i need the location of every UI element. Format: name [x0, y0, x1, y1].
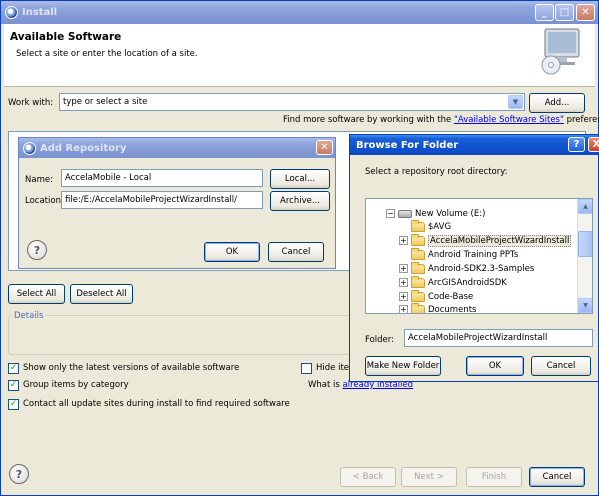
- expand-icon[interactable]: +: [399, 264, 408, 273]
- browse-title-bar[interactable]: Browse For Folder ? X: [350, 135, 599, 155]
- collapse-icon[interactable]: −: [386, 209, 395, 218]
- local-button[interactable]: Local...: [270, 169, 330, 189]
- install-monitor-icon: [541, 28, 580, 75]
- contact-update-sites-checkbox[interactable]: ✓: [8, 399, 19, 410]
- scroll-thumb[interactable]: [578, 231, 592, 257]
- folder-icon: [411, 289, 425, 302]
- available-software-sites-link[interactable]: "Available Software Sites": [454, 115, 564, 125]
- name-label: Name:: [25, 175, 53, 185]
- folder-icon: [411, 233, 425, 246]
- ok-button[interactable]: OK: [466, 356, 524, 376]
- latest-versions-checkbox[interactable]: ✓: [8, 363, 19, 374]
- location-input[interactable]: file:/E:/AccelaMobileProjectWizardInstal…: [61, 191, 263, 209]
- cancel-button[interactable]: Cancel: [268, 242, 324, 262]
- scroll-up-icon[interactable]: ▲: [578, 199, 592, 214]
- folder-label: Folder:: [365, 335, 394, 345]
- work-with-combo[interactable]: type or select a site ▼: [59, 93, 525, 111]
- close-button[interactable]: X: [588, 137, 599, 152]
- install-title-bar[interactable]: Install _ □ ✕: [1, 1, 598, 24]
- contact-update-sites-label: Contact all update sites during install …: [23, 399, 290, 409]
- finish-button[interactable]: Finish: [466, 467, 522, 487]
- expand-icon[interactable]: +: [399, 236, 408, 245]
- tree-item-documents[interactable]: + Documents: [399, 302, 476, 313]
- folder-tree[interactable]: − New Volume (E:) $AVG + AccelaMobilePro…: [365, 198, 593, 314]
- tree-item-android-ppts[interactable]: Android Training PPTs: [411, 247, 518, 261]
- next-button[interactable]: Next >: [401, 467, 457, 487]
- expand-icon[interactable]: +: [399, 292, 408, 301]
- group-by-category-checkbox[interactable]: ✓: [8, 380, 19, 391]
- make-new-folder-button[interactable]: Make New Folder: [365, 356, 441, 376]
- browse-instruction: Select a repository root directory:: [365, 167, 508, 177]
- tree-item-new-volume[interactable]: − New Volume (E:): [386, 207, 485, 220]
- tree-item-code-base[interactable]: + Code-Base: [399, 289, 473, 303]
- tree-item-avg[interactable]: $AVG: [411, 219, 451, 233]
- cancel-button[interactable]: Cancel: [531, 356, 591, 376]
- name-input[interactable]: AccelaMobile - Local: [61, 169, 263, 187]
- page-title: Available Software: [10, 31, 122, 43]
- close-button[interactable]: ✕: [576, 4, 595, 21]
- folder-icon: [411, 261, 425, 274]
- folder-icon: [411, 247, 425, 260]
- hide-items-checkbox[interactable]: [301, 363, 312, 374]
- close-button[interactable]: ✕: [316, 140, 333, 155]
- archive-button[interactable]: Archive...: [270, 191, 330, 211]
- find-more-text: Find more software by working with the "…: [283, 115, 599, 125]
- eclipse-icon: [23, 141, 36, 155]
- add-site-button[interactable]: Add...: [529, 93, 585, 113]
- cancel-button[interactable]: Cancel: [529, 467, 585, 487]
- browse-title: Browse For Folder: [356, 139, 459, 151]
- work-with-value: type or select a site: [63, 97, 148, 107]
- add-repository-title-bar[interactable]: Add Repository ✕: [19, 138, 335, 158]
- details-label: Details: [12, 311, 46, 321]
- group-by-category-label: Group items by category: [23, 380, 129, 390]
- install-title: Install: [22, 7, 58, 18]
- expand-icon[interactable]: +: [399, 278, 408, 287]
- scroll-down-icon[interactable]: ▼: [578, 298, 592, 313]
- location-label: Location:: [25, 196, 64, 206]
- tree-item-arcgis[interactable]: + ArcGISAndroidSDK: [399, 275, 507, 289]
- back-button[interactable]: < Back: [340, 467, 396, 487]
- folder-icon: [411, 302, 425, 313]
- deselect-all-button[interactable]: Deselect All: [70, 284, 133, 304]
- ok-button[interactable]: OK: [204, 242, 260, 262]
- eclipse-icon: [5, 6, 18, 19]
- header-area: Available Software Select a site or ente…: [4, 24, 595, 87]
- maximize-button[interactable]: □: [555, 4, 574, 21]
- browse-for-folder-dialog: Browse For Folder ? X Select a repositor…: [349, 134, 599, 382]
- latest-versions-label: Show only the latest versions of availab…: [23, 363, 240, 373]
- help-icon[interactable]: ?: [568, 137, 585, 152]
- help-icon[interactable]: ?: [27, 240, 47, 260]
- select-all-button[interactable]: Select All: [8, 284, 65, 304]
- chevron-down-icon[interactable]: ▼: [508, 95, 523, 109]
- folder-icon: [411, 275, 425, 288]
- tree-item-accela[interactable]: + AccelaMobileProjectWizardInstall: [399, 233, 572, 247]
- drive-icon: [398, 209, 412, 218]
- add-repository-title: Add Repository: [40, 142, 127, 154]
- minimize-button[interactable]: _: [535, 4, 554, 21]
- expand-icon[interactable]: +: [399, 305, 408, 313]
- work-with-label: Work with:: [8, 98, 54, 108]
- page-subtitle: Select a site or enter the location of a…: [16, 49, 198, 59]
- folder-input[interactable]: AccelaMobileProjectWizardInstall: [404, 329, 593, 347]
- add-repository-dialog: Add Repository ✕ Name: AccelaMobile - Lo…: [18, 137, 336, 269]
- tree-item-android-sdk[interactable]: + Android-SDK2.3-Samples: [399, 261, 534, 275]
- folder-icon: [411, 219, 425, 232]
- tree-scrollbar[interactable]: ▲ ▼: [577, 199, 592, 313]
- help-icon[interactable]: ?: [9, 464, 29, 484]
